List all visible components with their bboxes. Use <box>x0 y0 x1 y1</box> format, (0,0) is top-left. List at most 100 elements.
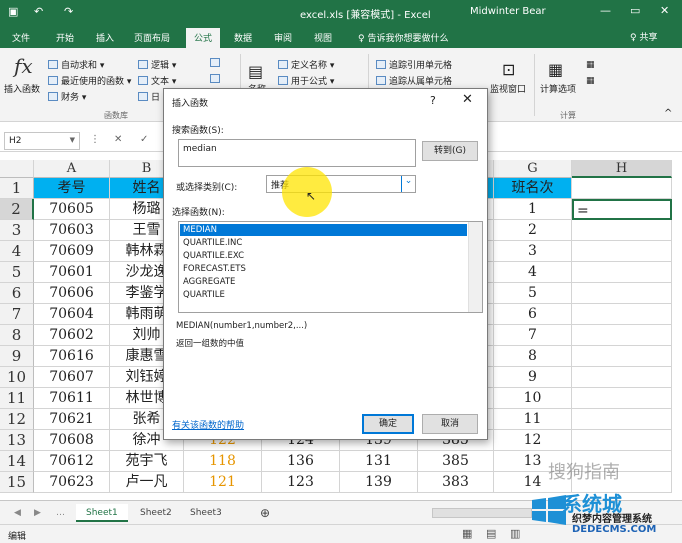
share-button[interactable]: ♀ 共享 <box>630 30 657 43</box>
enter-icon[interactable]: ✓ <box>140 134 148 145</box>
table-cell[interactable] <box>572 409 672 430</box>
insert-function-button[interactable]: 插入函数 <box>4 82 40 95</box>
table-cell[interactable]: 70623 <box>34 472 110 493</box>
row-header-1[interactable]: 1 <box>0 178 34 199</box>
horizontal-scrollbar[interactable] <box>432 508 532 518</box>
save-icon[interactable]: ▣ <box>8 5 18 18</box>
help-link[interactable]: 有关该函数的帮助 <box>172 418 244 431</box>
table-cell[interactable] <box>572 346 672 367</box>
function-list[interactable]: MEDIAN QUARTILE.INC QUARTILE.EXC FORECAST.E… <box>178 221 483 313</box>
table-cell[interactable]: 70604 <box>34 304 110 325</box>
sheet-tab-1[interactable]: Sheet1 <box>76 504 128 522</box>
restore-icon[interactable]: ▭ <box>630 4 640 17</box>
table-cell[interactable]: 136 <box>262 451 340 472</box>
table-cell[interactable]: 8 <box>494 346 572 367</box>
minimize-icon[interactable]: — <box>600 4 611 17</box>
help-icon[interactable]: ? <box>430 94 436 107</box>
go-button[interactable]: 转到(G) <box>422 141 478 161</box>
collapse-ribbon-icon[interactable]: ^ <box>664 108 672 119</box>
cancel-icon[interactable]: ✕ <box>114 134 122 145</box>
function-list-item[interactable]: QUARTILE <box>180 289 467 301</box>
lookup-icon[interactable] <box>210 58 223 69</box>
search-function-input[interactable]: median <box>178 139 416 167</box>
table-header-cell[interactable]: 考号 <box>34 178 110 199</box>
sheet-tab-3[interactable]: Sheet3 <box>180 504 232 522</box>
function-list-item[interactable]: QUARTILE.INC <box>180 237 467 249</box>
table-cell[interactable]: 70608 <box>34 430 110 451</box>
table-header-cell[interactable]: 班名次 <box>494 178 572 199</box>
row-header-9[interactable]: 9 <box>0 346 34 367</box>
dialog-close-icon[interactable]: ✕ <box>462 92 473 107</box>
normal-view-icon[interactable]: ▦ <box>462 527 472 540</box>
fx-icon[interactable]: fx <box>14 54 33 78</box>
table-cell[interactable] <box>572 241 672 262</box>
table-cell[interactable]: 70602 <box>34 325 110 346</box>
calc-now-icon[interactable]: ▦ <box>586 60 595 70</box>
sheet-more-icon[interactable]: … <box>46 504 75 522</box>
table-cell[interactable]: 383 <box>418 472 494 493</box>
sheet-tab-2[interactable]: Sheet2 <box>130 504 182 522</box>
table-cell[interactable]: 3 <box>494 241 572 262</box>
table-cell[interactable]: 2 <box>494 220 572 241</box>
table-cell[interactable] <box>572 388 672 409</box>
row-header-13[interactable]: 13 <box>0 430 34 451</box>
table-cell[interactable]: 1 <box>494 199 572 220</box>
table-cell[interactable]: 70612 <box>34 451 110 472</box>
table-cell[interactable]: 70607 <box>34 367 110 388</box>
define-name-button[interactable]: 定义名称 ▾ <box>278 58 334 71</box>
function-list-item[interactable]: QUARTILE.EXC <box>180 250 467 262</box>
row-header-4[interactable]: 4 <box>0 241 34 262</box>
tab-home[interactable]: 开始 <box>56 31 74 44</box>
row-header-10[interactable]: 10 <box>0 367 34 388</box>
name-manager-icon[interactable]: ▤ <box>248 62 263 81</box>
column-header-h[interactable]: H <box>572 160 672 178</box>
table-cell[interactable] <box>572 262 672 283</box>
autosum-button[interactable]: 自动求和 ▾ <box>48 58 104 71</box>
column-header-a[interactable]: A <box>34 160 110 178</box>
redo-icon[interactable]: ↷ <box>64 5 73 18</box>
tab-formulas[interactable]: 公式 <box>186 28 221 48</box>
row-header-15[interactable]: 15 <box>0 472 34 493</box>
row-header-14[interactable]: 14 <box>0 451 34 472</box>
table-header-cell[interactable] <box>572 178 672 199</box>
close-icon[interactable]: ✕ <box>660 4 669 17</box>
add-sheet-icon[interactable]: ⊕ <box>250 502 280 520</box>
table-cell[interactable]: 70601 <box>34 262 110 283</box>
name-box[interactable]: H2 ▼ <box>4 132 80 150</box>
row-header-12[interactable]: 12 <box>0 409 34 430</box>
tab-view[interactable]: 视图 <box>314 31 332 44</box>
active-cell[interactable]: = <box>572 199 672 220</box>
table-cell[interactable] <box>572 367 672 388</box>
table-cell[interactable]: 10 <box>494 388 572 409</box>
table-cell[interactable]: 121 <box>184 472 262 493</box>
date-button[interactable]: 日 <box>138 90 160 103</box>
table-cell[interactable]: 6 <box>494 304 572 325</box>
page-layout-view-icon[interactable]: ▤ <box>486 527 496 540</box>
trace-precedents-button[interactable]: 追踪引用单元格 <box>376 58 452 71</box>
table-cell[interactable] <box>572 220 672 241</box>
watch-window-button[interactable]: 监视窗口 <box>490 82 526 95</box>
row-header-6[interactable]: 6 <box>0 283 34 304</box>
row-header-3[interactable]: 3 <box>0 220 34 241</box>
calc-options-button[interactable]: 计算选项 <box>540 82 576 95</box>
function-list-item[interactable]: MEDIAN <box>180 224 467 236</box>
table-cell[interactable]: 70606 <box>34 283 110 304</box>
row-header-2[interactable]: 2 <box>0 199 34 220</box>
table-cell[interactable]: 4 <box>494 262 572 283</box>
table-cell[interactable]: 70611 <box>34 388 110 409</box>
user-name[interactable]: Midwinter Bear <box>470 6 546 17</box>
table-cell[interactable]: 139 <box>340 472 418 493</box>
financial-button[interactable]: 财务 ▾ <box>48 90 86 103</box>
table-cell[interactable]: 123 <box>262 472 340 493</box>
table-cell[interactable]: 385 <box>418 451 494 472</box>
watch-window-icon[interactable]: ⊡ <box>502 60 515 79</box>
table-cell[interactable] <box>572 325 672 346</box>
chevron-down-icon[interactable]: ⌄ <box>401 176 415 192</box>
table-cell[interactable] <box>572 304 672 325</box>
table-cell[interactable]: 5 <box>494 283 572 304</box>
table-cell[interactable]: 131 <box>340 451 418 472</box>
row-header-8[interactable]: 8 <box>0 325 34 346</box>
page-break-view-icon[interactable]: ▥ <box>510 527 520 540</box>
tell-me-search[interactable]: ♀ 告诉我你想要做什么 <box>358 31 448 44</box>
row-header-7[interactable]: 7 <box>0 304 34 325</box>
